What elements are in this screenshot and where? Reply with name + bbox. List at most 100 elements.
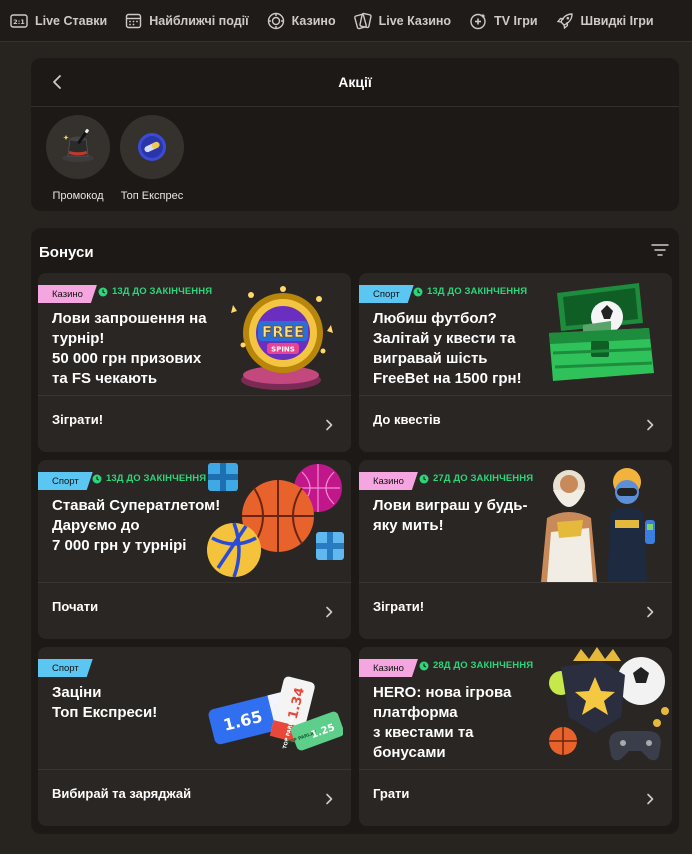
filter-icon	[651, 244, 669, 256]
card-footer[interactable]: Зіграти!	[359, 583, 672, 639]
promo-tile-promocode[interactable]: Промокод	[45, 115, 111, 202]
title-line: Топ Експреси!	[52, 704, 158, 721]
title-line: Заціни	[52, 684, 102, 701]
countdown-timer: 27Д ДО ЗАКІНЧЕННЯ	[419, 473, 533, 484]
card-action-label: Зіграти!	[373, 598, 425, 614]
promo-label: Промокод	[52, 190, 104, 202]
bonuses-panel: Бонуси Казино 13Д ДО ЗАКІНЧЕННЯ Лови зап…	[31, 228, 679, 834]
timer-text: 13Д ДО ЗАКІНЧЕННЯ	[112, 286, 213, 297]
nav-live-bets[interactable]: 2:1 Live Ставки	[10, 4, 115, 38]
calendar-icon	[126, 13, 142, 29]
card-footer[interactable]: До квестів	[359, 396, 672, 452]
card-footer[interactable]: Грати	[359, 770, 672, 826]
title-line: та FS чекають	[52, 370, 158, 387]
clock-icon	[413, 287, 423, 296]
filter-button[interactable]	[651, 243, 669, 262]
bonus-card[interactable]: Казино 13Д ДО ЗАКІНЧЕННЯ Лови запрошення…	[38, 273, 351, 452]
promo-tile-top-express[interactable]: Топ Експрес	[119, 115, 185, 202]
nav-label: Live Ставки	[35, 13, 108, 28]
svg-text:2:1: 2:1	[13, 18, 25, 26]
nav-label: Найближчі події	[149, 13, 249, 28]
nav-label: TV Ігри	[494, 13, 538, 28]
promotions-list: Промокод Топ Експрес	[31, 107, 679, 202]
sports-balls-illustration	[207, 463, 344, 578]
bonus-card[interactable]: Спорт 13Д ДО ЗАКІНЧЕННЯ Ставай Суператле…	[38, 460, 351, 639]
hero-platform-illustration	[549, 647, 669, 761]
title-line: Залітай у квести та	[373, 330, 516, 347]
nav-label: Казино	[291, 13, 336, 28]
bonus-card[interactable]: Спорт Заціни Топ Експреси! 1.65 TOP PARL…	[38, 647, 351, 826]
magic-hat-icon	[62, 128, 94, 162]
category-tag: Казино	[359, 659, 418, 677]
card-title: HERO: нова ігрова платформа з квестами т…	[373, 683, 511, 763]
countdown-timer: 13Д ДО ЗАКІНЧЕННЯ	[413, 286, 527, 297]
tv-games-icon	[470, 13, 486, 29]
card-title: Ставай Суператлетом! Даруємо до 7 000 гр…	[52, 496, 220, 556]
title-line: 50 000 грн призових	[52, 350, 202, 367]
category-tag: Спорт	[38, 659, 93, 677]
casino-chip-icon	[267, 12, 284, 29]
title-line: FreeBet на 1500 грн!	[373, 370, 522, 387]
chevron-right-icon	[326, 606, 333, 618]
timer-text: 27Д ДО ЗАКІНЧЕННЯ	[433, 473, 534, 484]
chevron-right-icon	[647, 793, 654, 805]
bonus-card[interactable]: Казино 28Д ДО ЗАКІНЧЕННЯ HERO: нова ігро…	[359, 647, 672, 826]
title-line: Лови запрошення на	[52, 310, 207, 327]
countdown-timer: 13Д ДО ЗАКІНЧЕННЯ	[92, 473, 206, 484]
title-line: Ставай Суператлетом!	[52, 497, 221, 514]
countdown-timer: 28Д ДО ЗАКІНЧЕННЯ	[419, 660, 533, 671]
chevron-right-icon	[647, 419, 654, 431]
category-tag: Казино	[38, 285, 97, 303]
chevron-right-icon	[326, 793, 333, 805]
timer-text: 28Д ДО ЗАКІНЧЕННЯ	[433, 660, 534, 671]
treasure-chest-illustration	[549, 283, 654, 381]
section-title: Бонуси	[39, 243, 94, 261]
card-title: Лови виграш у будь- яку мить!	[373, 496, 527, 536]
title-line: Лови виграш у будь-	[373, 497, 528, 514]
promotions-panel: Акції Промокод Топ Експрес	[31, 58, 679, 211]
nav-live-casino[interactable]: Live Казино	[353, 4, 459, 38]
top-navigation: 2:1 Live Ставки Найближчі події Казино L…	[0, 0, 692, 42]
nav-fast-games[interactable]: Швидкі Ігри	[556, 4, 662, 38]
timer-text: 13Д ДО ЗАКІНЧЕННЯ	[427, 286, 528, 297]
card-action-label: Грати	[373, 785, 410, 801]
card-title: Заціни Топ Експреси!	[52, 683, 157, 723]
promo-circle	[120, 115, 184, 179]
card-footer[interactable]: Почати	[38, 583, 351, 639]
card-action-label: Вибирай та заряджай	[52, 785, 192, 801]
bonus-card[interactable]: Казино 27Д ДО ЗАКІНЧЕННЯ Лови виграш у б…	[359, 460, 672, 639]
promo-circle	[46, 115, 110, 179]
bonuses-header: Бонуси	[31, 228, 679, 272]
nav-tv-games[interactable]: TV Ігри	[469, 4, 545, 38]
chevron-left-icon	[53, 75, 61, 89]
art-label: FREE	[262, 323, 304, 341]
back-button[interactable]	[47, 72, 67, 92]
title-line: платформа	[373, 704, 458, 721]
clock-icon	[98, 287, 108, 296]
live-icon: 2:1	[10, 13, 28, 28]
promotions-header: Акції	[31, 58, 679, 107]
card-footer[interactable]: Вибирай та заряджай	[38, 770, 351, 826]
card-action-label: До квестів	[373, 411, 441, 427]
card-action-label: Зіграти!	[52, 411, 104, 427]
title-line: яку мить!	[373, 517, 444, 534]
free-spins-illustration: FREE SPINS	[231, 286, 333, 390]
art-sublabel: SPINS	[271, 346, 295, 354]
title-line: турнір!	[52, 330, 105, 347]
card-action-label: Почати	[52, 598, 99, 614]
category-tag: Спорт	[359, 285, 414, 303]
title-line: бонусами	[373, 744, 446, 761]
cards-icon	[353, 12, 372, 29]
countdown-timer: 13Д ДО ЗАКІНЧЕННЯ	[98, 286, 212, 297]
bonus-card[interactable]: Спорт 13Д ДО ЗАКІНЧЕННЯ Любиш футбол? За…	[359, 273, 672, 452]
characters-illustration	[541, 468, 655, 582]
rocket-icon	[556, 12, 573, 29]
category-tag: Спорт	[38, 472, 93, 490]
promo-label: Топ Експрес	[120, 190, 184, 202]
title-line: Даруємо до	[52, 517, 140, 534]
clock-icon	[92, 474, 102, 483]
express-ticket-icon	[138, 133, 166, 161]
nav-upcoming-events[interactable]: Найближчі події	[125, 4, 256, 38]
nav-casino[interactable]: Казино	[267, 4, 344, 38]
card-footer[interactable]: Зіграти!	[38, 396, 351, 452]
